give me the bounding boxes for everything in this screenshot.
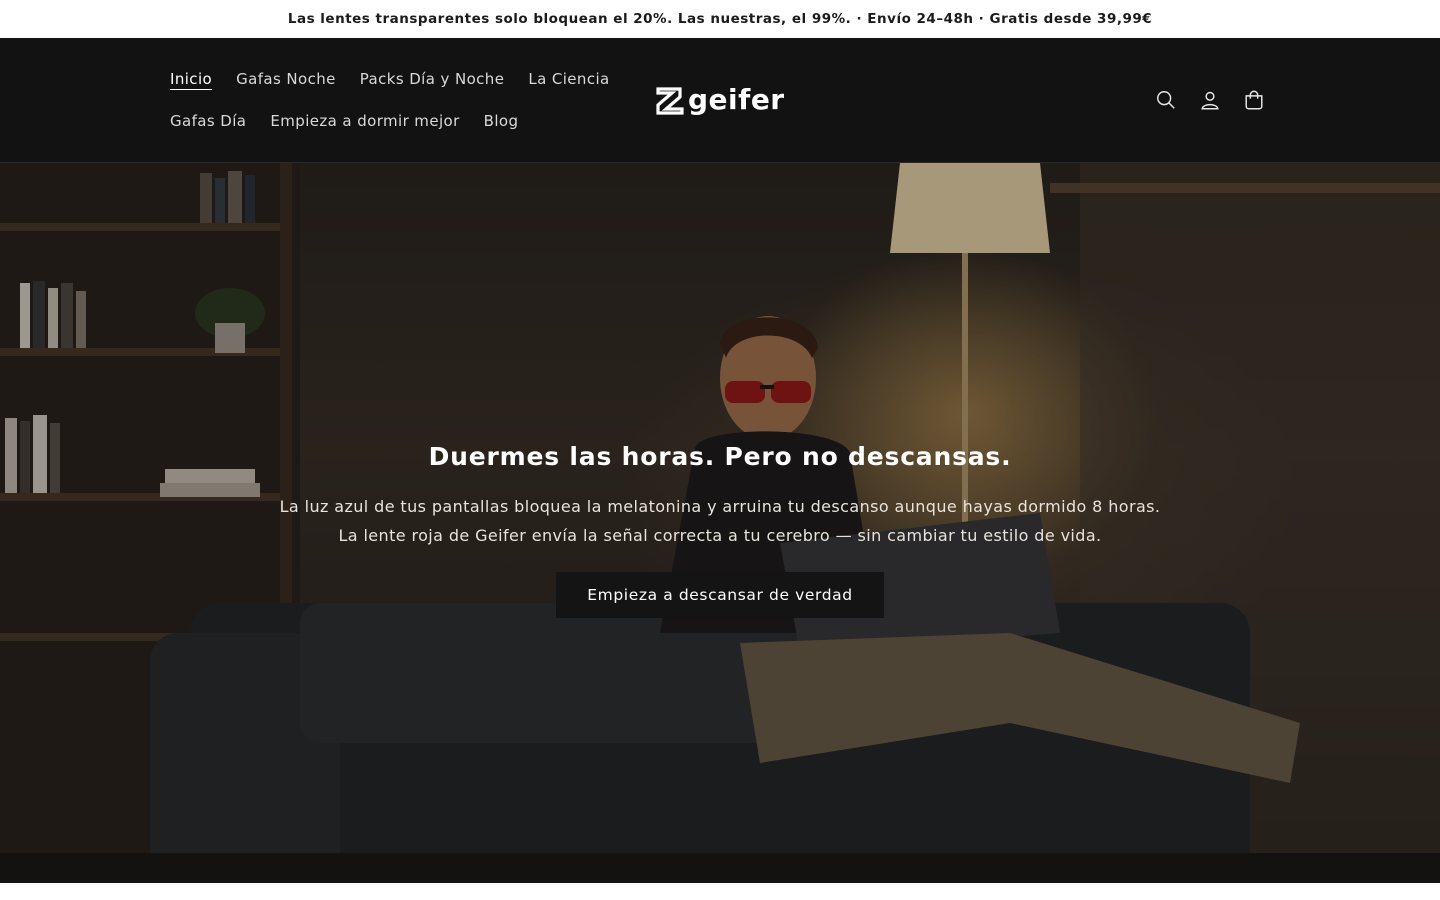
nav-link-empieza-dormir[interactable]: Empieza a dormir mejor <box>258 112 471 130</box>
cart-button[interactable] <box>1232 80 1276 120</box>
nav-link-blog[interactable]: Blog <box>472 112 531 130</box>
site-logo[interactable]: geifer <box>654 85 785 115</box>
nav-row-2: Gafas Día Empieza a dormir mejor Blog <box>158 100 628 142</box>
search-icon <box>1157 91 1175 109</box>
nav-link-packs-dia-noche[interactable]: Packs Día y Noche <box>348 70 517 88</box>
cart-icon <box>1245 90 1263 110</box>
logo-mark-icon <box>656 87 684 115</box>
account-button[interactable] <box>1188 80 1232 120</box>
nav-link-gafas-noche[interactable]: Gafas Noche <box>224 70 348 88</box>
nav-row-1: Inicio Gafas Noche Packs Día y Noche La … <box>158 58 628 100</box>
logo-text: geifer <box>688 83 785 116</box>
hero-description: La luz azul de tus pantallas bloquea la … <box>0 492 1440 550</box>
hero-text-line-1: La luz azul de tus pantallas bloquea la … <box>279 497 1161 516</box>
header-icons <box>1144 80 1276 120</box>
announcement-bar: Las lentes transparentes solo bloquean e… <box>0 0 1440 38</box>
nav-link-gafas-dia[interactable]: Gafas Día <box>158 112 258 130</box>
hero-title: Duermes las horas. Pero no descansas. <box>428 442 1012 471</box>
hero-cta-button[interactable]: Empieza a descansar de verdad <box>556 572 884 618</box>
nav-link-inicio[interactable]: Inicio <box>158 70 224 88</box>
hero-text-line-2: La lente roja de Geifer envía la señal c… <box>338 526 1102 545</box>
site-header: Inicio Gafas Noche Packs Día y Noche La … <box>0 38 1440 163</box>
hero-banner: Duermes las horas. Pero no descansas. La… <box>0 163 1440 883</box>
account-icon <box>1201 91 1219 110</box>
nav-link-la-ciencia[interactable]: La Ciencia <box>516 70 621 88</box>
search-button[interactable] <box>1144 80 1188 120</box>
hero-content: Duermes las horas. Pero no descansas. La… <box>0 438 1440 618</box>
announcement-text: Las lentes transparentes solo bloquean e… <box>287 11 1153 27</box>
main-nav: Inicio Gafas Noche Packs Día y Noche La … <box>158 58 628 142</box>
